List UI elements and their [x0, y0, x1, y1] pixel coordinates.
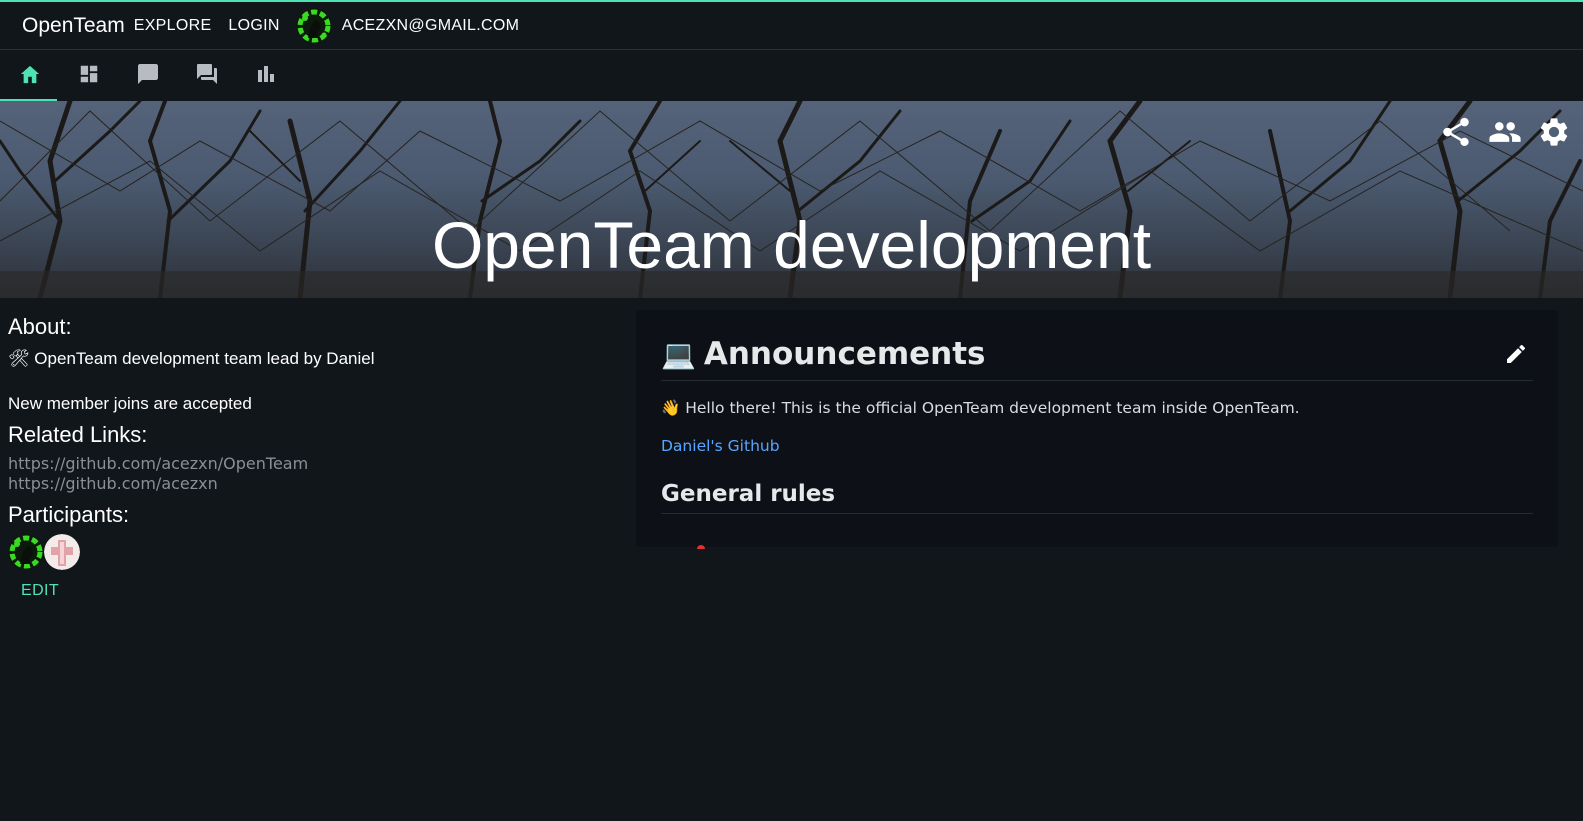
banner-actions [1439, 115, 1571, 149]
login-link[interactable]: LOGIN [228, 17, 279, 35]
tab-statistics[interactable] [236, 51, 295, 101]
tab-chat[interactable] [118, 51, 177, 101]
announcement-text: 👋 Hello there! This is the official Open… [661, 399, 1300, 417]
bar-chart-icon [256, 64, 276, 89]
tab-home[interactable] [0, 51, 59, 101]
team-info-column: About: 🛠 OpenTeam development team lead … [8, 314, 608, 600]
dashboard-icon [78, 63, 100, 90]
announcements-title-row: 💻 Announcements [661, 336, 986, 372]
forum-icon [195, 62, 219, 91]
brand-logo-text[interactable]: OpenTeam [22, 14, 125, 38]
team-title: OpenTeam development [431, 208, 1152, 282]
participants-heading: Participants: [8, 502, 130, 527]
announcements-title: Announcements [703, 336, 986, 372]
about-description: 🛠 OpenTeam development team lead by Dani… [8, 349, 375, 368]
related-links-list: https://github.com/acezxn/OpenTeam https… [8, 454, 608, 494]
general-rules-heading: General rules [661, 481, 1533, 514]
laptop-emoji: 💻 [661, 337, 696, 371]
participant-avatar[interactable] [44, 534, 80, 570]
edit-participants-button[interactable]: EDIT [21, 582, 59, 600]
settings-icon[interactable] [1537, 115, 1571, 149]
tab-dashboard[interactable] [59, 51, 118, 101]
user-avatar[interactable] [295, 7, 332, 44]
home-icon [19, 64, 41, 89]
share-icon[interactable] [1439, 115, 1473, 149]
team-tabs [0, 51, 1583, 101]
about-heading: About: [8, 314, 72, 339]
clipped-list-marker [697, 545, 705, 549]
participant-avatar[interactable] [8, 534, 44, 570]
announcements-panel: 💻 Announcements 👋 Hello there! This is t… [636, 310, 1558, 547]
people-icon[interactable] [1487, 115, 1523, 149]
user-email[interactable]: ACEZXN@GMAIL.COM [342, 17, 520, 35]
announcements-header: 💻 Announcements [661, 336, 1533, 381]
daniels-github-link[interactable]: Daniel's Github [661, 437, 780, 455]
pencil-icon[interactable] [1504, 342, 1528, 366]
top-app-bar: OpenTeam EXPLORE LOGIN ACEZXN@GMAIL.COM [0, 0, 1583, 50]
related-links-heading: Related Links: [8, 422, 148, 447]
explore-link[interactable]: EXPLORE [134, 17, 212, 35]
chat-icon [136, 62, 160, 91]
tab-forum[interactable] [177, 51, 236, 101]
participants-list [8, 534, 608, 570]
related-link[interactable]: https://github.com/acezxn [8, 474, 608, 494]
team-banner: OpenTeam development [0, 101, 1583, 298]
join-policy: New member joins are accepted [8, 394, 252, 413]
related-link[interactable]: https://github.com/acezxn/OpenTeam [8, 454, 608, 474]
